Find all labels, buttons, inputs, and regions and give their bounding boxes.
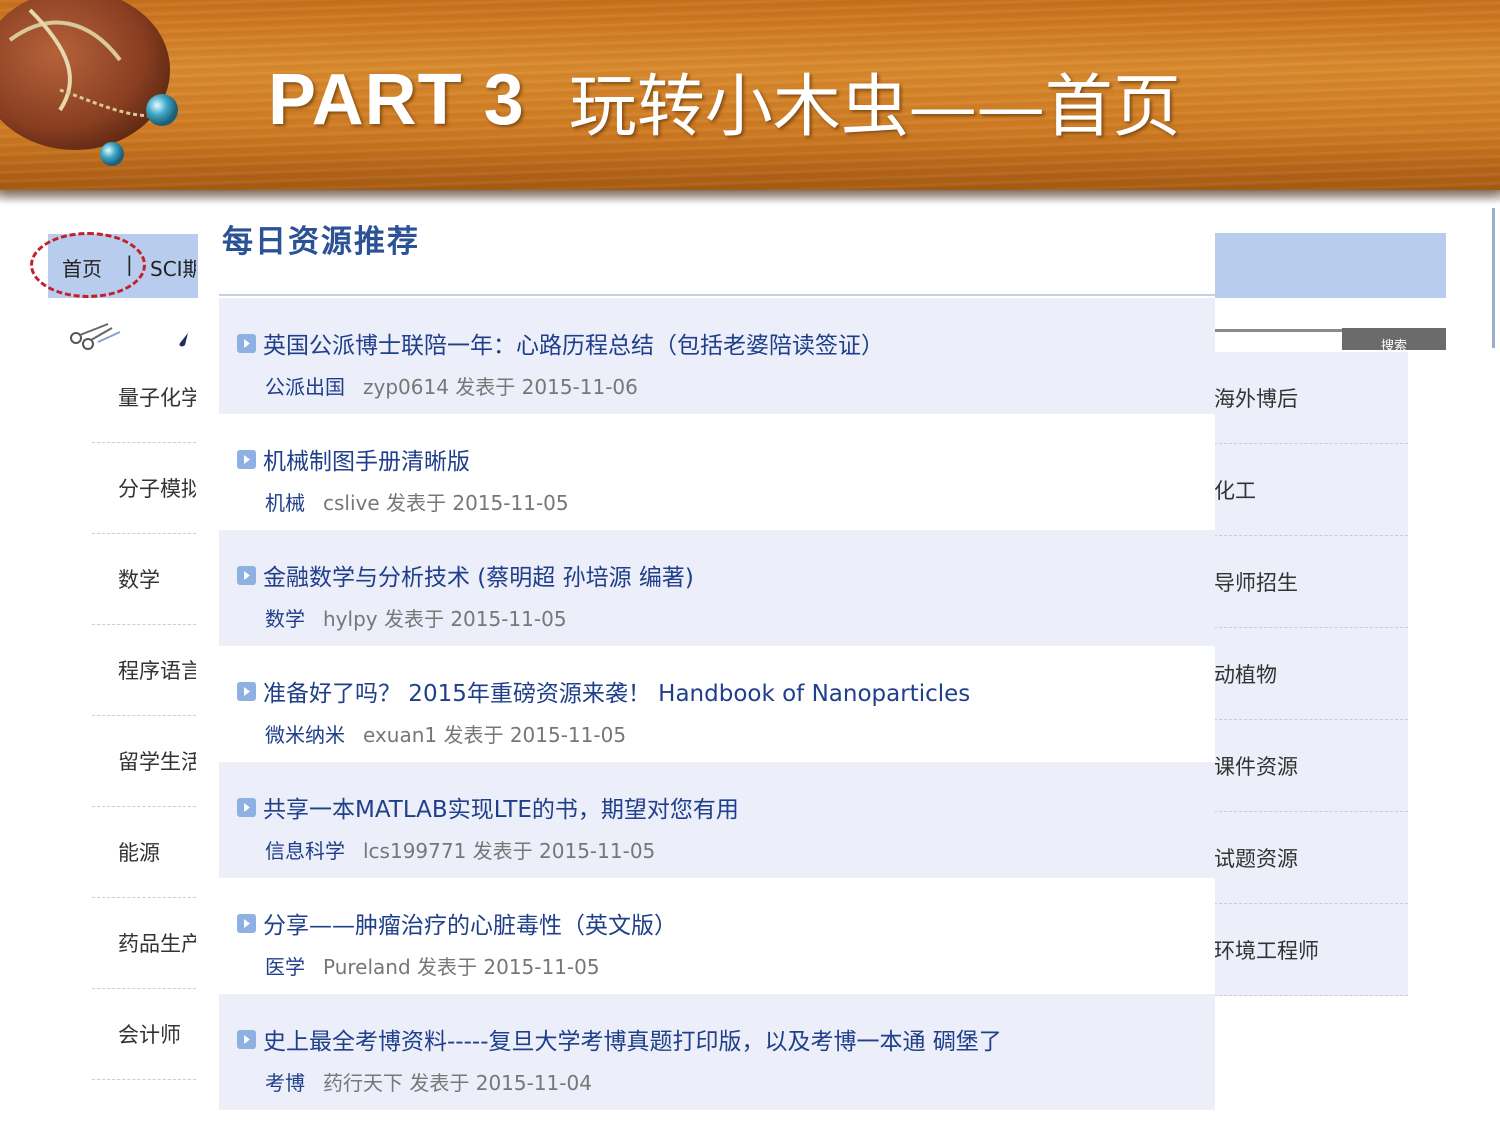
ink-drop-icon bbox=[179, 333, 188, 347]
recommendation-category-link[interactable]: 信息科学 bbox=[265, 839, 345, 863]
right-category-label: 动植物 bbox=[1214, 662, 1277, 687]
right-category-item[interactable]: 海外博后 bbox=[1214, 352, 1408, 444]
scissors-icon bbox=[70, 323, 121, 350]
left-category-label: 能源 bbox=[118, 841, 160, 865]
recommendation-title-link[interactable]: 共享一本MATLAB实现LTE的书，期望对您有用 bbox=[263, 790, 739, 824]
recommendation-item: 金融数学与分析技术 (蔡明超 孙培源 编著) 数学 hylpy 发表于 2015-… bbox=[219, 530, 1215, 646]
recommendation-category-link[interactable]: 医学 bbox=[265, 955, 305, 979]
part-label: PART 3 bbox=[268, 60, 525, 140]
pouch-decoration-icon bbox=[0, 0, 178, 166]
recommendation-meta: 公派出国 zyp0614 发表于 2015-11-06 bbox=[265, 371, 638, 400]
right-category-label: 环境工程师 bbox=[1214, 938, 1319, 963]
recommendation-byline: lcs199771 发表于 2015-11-05 bbox=[363, 839, 656, 863]
bullet-arrow-icon bbox=[237, 1030, 256, 1049]
left-category-label: 数学 bbox=[118, 568, 160, 592]
left-category-item[interactable]: 能源 bbox=[92, 807, 196, 898]
right-category-item[interactable]: 动植物 bbox=[1214, 628, 1408, 720]
left-category-item[interactable]: 留学生活 bbox=[92, 716, 196, 807]
home-highlight-circle bbox=[30, 232, 146, 298]
recommendation-item: 准备好了吗？ 2015年重磅资源来袭！ Handbook of Nanopart… bbox=[219, 646, 1215, 762]
recommendation-byline: exuan1 发表于 2015-11-05 bbox=[363, 723, 627, 747]
left-category-label: 药品生产 bbox=[118, 932, 196, 956]
recommendation-item: 史上最全考博资料-----复旦大学考博真题打印版，以及考博一本通 碉堡了 考博药… bbox=[219, 994, 1215, 1110]
bullet-arrow-icon bbox=[237, 450, 256, 469]
recommendation-title-link[interactable]: 金融数学与分析技术 (蔡明超 孙培源 编著) bbox=[263, 558, 694, 592]
right-category-label: 导师招生 bbox=[1214, 570, 1298, 595]
banner-shadow bbox=[0, 190, 1500, 204]
recommendation-title-link[interactable]: 机械制图手册清晰版 bbox=[263, 442, 470, 476]
left-category-item[interactable]: 程序语言 bbox=[92, 625, 196, 716]
recommendation-title-link[interactable]: 史上最全考博资料-----复旦大学考博真题打印版，以及考博一本通 碉堡了 bbox=[263, 1022, 1002, 1056]
right-nav-bar bbox=[1214, 233, 1446, 298]
right-category-label: 海外博后 bbox=[1214, 386, 1298, 411]
left-category-label: 留学生活 bbox=[118, 750, 196, 774]
left-category-item[interactable]: 量子化学 bbox=[92, 352, 196, 443]
right-category-item[interactable]: 课件资源 bbox=[1214, 720, 1408, 812]
recommendation-category-link[interactable]: 微米纳米 bbox=[265, 723, 345, 747]
slide-title-text: 玩转小木虫——首页 bbox=[568, 67, 1181, 147]
recommendation-byline: hylpy 发表于 2015-11-05 bbox=[323, 607, 567, 631]
bullet-arrow-icon bbox=[237, 566, 256, 585]
slide-header: PART 3 玩转小木虫——首页 bbox=[0, 0, 1500, 190]
recommendation-category-link[interactable]: 机械 bbox=[265, 491, 305, 515]
bullet-arrow-icon bbox=[237, 682, 256, 701]
recommendation-title-link[interactable]: 分享——肿瘤治疗的心脏毒性（英文版） bbox=[263, 906, 677, 940]
right-category-item[interactable]: 环境工程师 bbox=[1214, 904, 1408, 996]
daily-recommendations-panel: 每日资源推荐 英国公派博士联陪一年：心路历程总结（包括老婆陪读签证） 公派出国 z… bbox=[219, 208, 1215, 1125]
left-category-item[interactable]: 会计师 bbox=[92, 989, 196, 1080]
right-category-item[interactable]: 试题资源 bbox=[1214, 812, 1408, 904]
recommendation-meta: 医学 Pureland 发表于 2015-11-05 bbox=[265, 951, 600, 980]
recommendation-item: 分享——肿瘤治疗的心脏毒性（英文版） 医学 Pureland 发表于 2015-1… bbox=[219, 878, 1215, 994]
left-category-label: 会计师 bbox=[118, 1023, 181, 1047]
recommendation-item: 共享一本MATLAB实现LTE的书，期望对您有用 信息科学 lcs199771 发… bbox=[219, 762, 1215, 878]
right-category-label: 试题资源 bbox=[1214, 846, 1298, 871]
recommendation-byline: Pureland 发表于 2015-11-05 bbox=[323, 955, 600, 979]
left-category-list: 量子化学 分子模拟 数学 程序语言 留学生活 能源 药品生产 会计师 bbox=[92, 352, 196, 1080]
bullet-arrow-icon bbox=[237, 914, 256, 933]
right-category-label: 化工 bbox=[1214, 478, 1256, 503]
recommendation-category-link[interactable]: 数学 bbox=[265, 607, 305, 631]
recommendation-item: 英国公派博士联陪一年：心路历程总结（包括老婆陪读签证） 公派出国 zyp0614 … bbox=[219, 298, 1215, 414]
recommendation-meta: 机械 cslive 发表于 2015-11-05 bbox=[265, 487, 569, 516]
left-category-label: 程序语言 bbox=[118, 659, 196, 683]
panel-divider bbox=[219, 294, 1215, 296]
left-category-item[interactable]: 数学 bbox=[92, 534, 196, 625]
right-category-label: 课件资源 bbox=[1214, 754, 1298, 779]
recommendation-byline: zyp0614 发表于 2015-11-06 bbox=[363, 375, 638, 399]
right-frame-edge bbox=[1492, 208, 1495, 348]
nav-sci-link[interactable]: SCI期 bbox=[150, 253, 196, 282]
recommendation-byline: cslive 发表于 2015-11-05 bbox=[323, 491, 569, 515]
search-input[interactable] bbox=[1214, 329, 1342, 352]
left-category-item[interactable]: 分子模拟 bbox=[92, 443, 196, 534]
bullet-arrow-icon bbox=[237, 798, 256, 817]
recommendation-list: 英国公派博士联陪一年：心路历程总结（包括老婆陪读签证） 公派出国 zyp0614 … bbox=[219, 298, 1215, 1110]
panel-heading: 每日资源推荐 bbox=[222, 224, 420, 260]
left-category-item[interactable]: 药品生产 bbox=[92, 898, 196, 989]
recommendation-title-link[interactable]: 准备好了吗？ 2015年重磅资源来袭！ Handbook of Nanopart… bbox=[263, 674, 970, 708]
recommendation-category-link[interactable]: 考博 bbox=[265, 1071, 305, 1095]
search-button[interactable]: 搜索 bbox=[1342, 328, 1446, 350]
right-category-item[interactable]: 化工 bbox=[1214, 444, 1408, 536]
recommendation-item: 机械制图手册清晰版 机械 cslive 发表于 2015-11-05 bbox=[219, 414, 1215, 530]
right-category-item[interactable]: 导师招生 bbox=[1214, 536, 1408, 628]
recommendation-title-link[interactable]: 英国公派博士联陪一年：心路历程总结（包括老婆陪读签证） bbox=[263, 326, 884, 360]
recommendation-meta: 信息科学 lcs199771 发表于 2015-11-05 bbox=[265, 835, 655, 864]
bullet-arrow-icon bbox=[237, 334, 256, 353]
left-category-label: 分子模拟 bbox=[118, 477, 196, 501]
right-category-list: 海外博后 化工 导师招生 动植物 课件资源 试题资源 环境工程师 bbox=[1214, 352, 1408, 996]
left-category-label: 量子化学 bbox=[118, 386, 196, 410]
recommendation-category-link[interactable]: 公派出国 bbox=[265, 375, 345, 399]
recommendation-meta: 微米纳米 exuan1 发表于 2015-11-05 bbox=[265, 719, 626, 748]
recommendation-byline: 药行天下 发表于 2015-11-04 bbox=[323, 1071, 592, 1095]
recommendation-meta: 数学 hylpy 发表于 2015-11-05 bbox=[265, 603, 567, 632]
slide-title: PART 3 玩转小木虫——首页 bbox=[268, 55, 1181, 147]
recommendation-meta: 考博 药行天下 发表于 2015-11-04 bbox=[265, 1067, 592, 1096]
